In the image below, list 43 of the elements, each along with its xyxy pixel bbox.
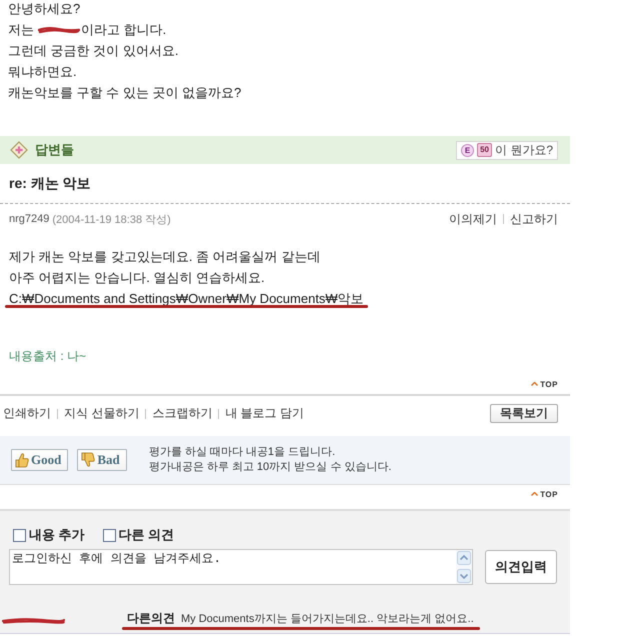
good-button[interactable]: Good: [11, 449, 68, 471]
rating-note: 평가내공은 하루 최고 10까지 받으실 수 있습니다.: [148, 460, 392, 475]
comment-text: My Documents까지는 들어가지는데요.. 악보라는게 없어요..: [181, 612, 474, 626]
checkbox[interactable]: [13, 528, 26, 542]
question-text: 이라고 합니다.: [81, 21, 166, 39]
answer-title: re: 캐논 악보: [9, 175, 91, 193]
source-text: 내용출처 : 나~: [8, 348, 88, 365]
scribble-icon: [38, 26, 80, 34]
checkbox-label: 내용 추가: [29, 526, 85, 544]
points-badge: 50: [477, 143, 492, 157]
submit-button[interactable]: 의견입력: [485, 550, 557, 584]
answer-text: 제가 캐논 악보를 갖고있는데요. 좀 어려울실꺼 같는데: [9, 248, 320, 266]
diamond-icon: [10, 141, 28, 159]
caret-up-icon: [531, 492, 538, 496]
post-date: (2004-11-19 18:38 작성): [52, 212, 171, 226]
question-text: 저는: [8, 21, 34, 39]
checkbox-label: 다른 의견: [118, 526, 174, 544]
rating-note: 평가를 하실 때마다 내공1을 드립니다.: [148, 445, 336, 460]
comment-label: 다른의견: [127, 610, 175, 627]
tool-link[interactable]: 지식 선물하기: [64, 405, 140, 422]
question-text: 안녕하세요?: [8, 0, 80, 18]
tool-link[interactable]: 스크랩하기: [152, 405, 212, 422]
help-link[interactable]: 이 뭔가요?: [494, 142, 553, 158]
answer-text: C:₩Documents and Settings₩Owner₩My Documents₩악보: [9, 290, 364, 308]
action-link[interactable]: 이의제기: [449, 210, 497, 228]
caret-up-icon: [531, 382, 538, 386]
question-text: 뭐냐하면요.: [8, 63, 77, 81]
tool-link[interactable]: 내 블로그 담기: [225, 405, 304, 422]
thumbs-up-icon: [15, 452, 29, 468]
question-text: 캐논악보를 구할 수 있는 곳이 없을까요?: [8, 84, 242, 102]
top-link[interactable]: TOP: [531, 488, 558, 500]
grade-badge: E: [461, 144, 474, 156]
list-button[interactable]: 목록보기: [490, 404, 558, 423]
author-name: nrg7249: [9, 213, 50, 225]
answer-text: 아주 어렵지는 안습니다. 열심히 연습하세요.: [9, 269, 265, 287]
top-link[interactable]: TOP: [531, 378, 558, 390]
checkbox[interactable]: [102, 528, 116, 542]
action-link[interactable]: 신고하기: [510, 210, 558, 228]
answers-title: 답변들: [35, 141, 74, 159]
tool-link[interactable]: 인쇄하기: [3, 405, 51, 422]
thumbs-down-icon: [81, 452, 96, 468]
question-text: 그런데 궁금한 것이 있어서요.: [8, 42, 178, 60]
bad-button[interactable]: Bad: [77, 449, 127, 471]
